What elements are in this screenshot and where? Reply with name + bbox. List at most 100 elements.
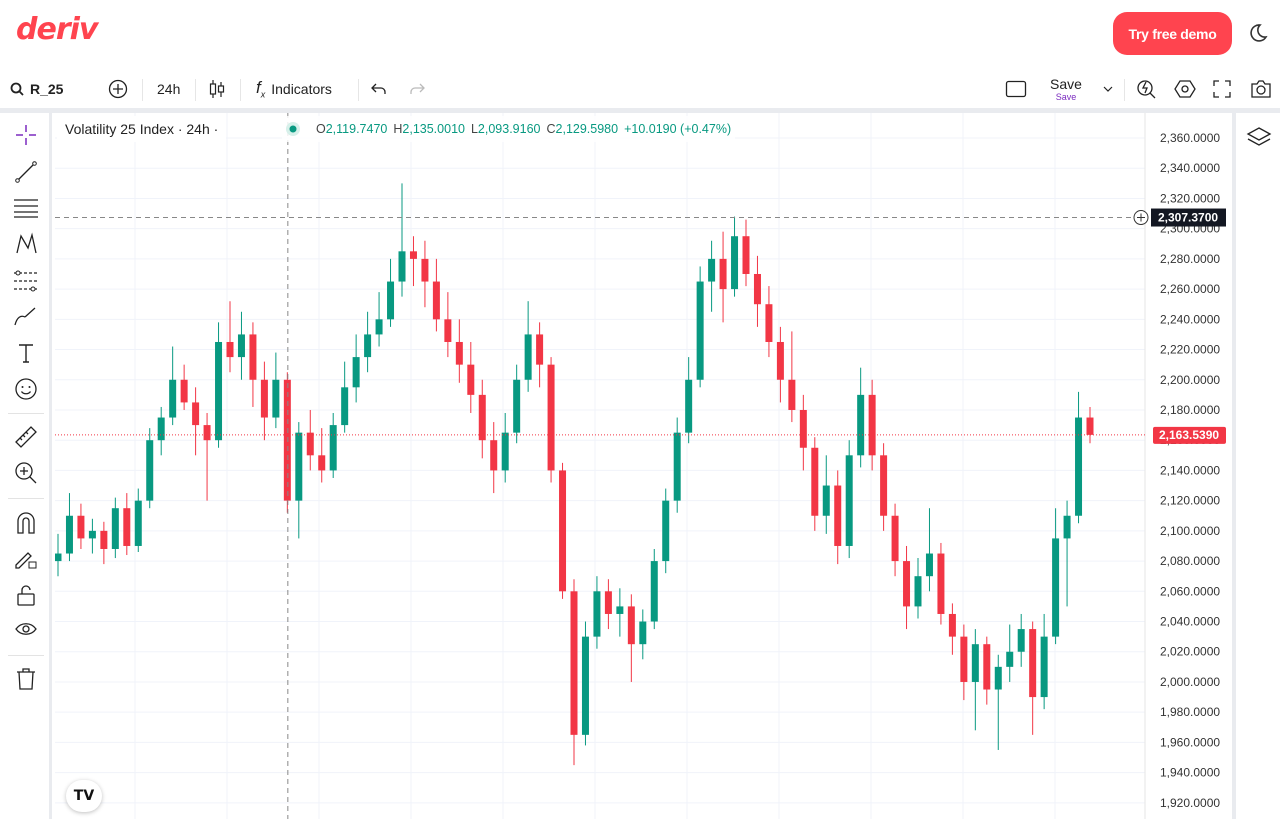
candle-body (788, 379, 796, 410)
candle-body (994, 666, 1002, 690)
save-button[interactable]: Save Save (1050, 70, 1082, 108)
chart-type-button[interactable] (208, 70, 226, 108)
screenshot-button[interactable] (1250, 70, 1272, 108)
try-free-demo-button[interactable]: Try free demo (1113, 12, 1232, 55)
divider (195, 79, 196, 101)
trend-line-tool[interactable] (12, 158, 40, 186)
redo-button[interactable] (409, 70, 425, 108)
trash-icon (17, 668, 35, 690)
pattern-tool[interactable] (12, 230, 40, 258)
candle-body (123, 508, 131, 546)
candle-body (1063, 515, 1071, 539)
y-tick-label: 2,100.0000 (1160, 524, 1220, 538)
candle-body (478, 394, 486, 441)
candle (925, 508, 933, 592)
brush-tool[interactable] (12, 303, 40, 331)
symbol-search-button[interactable]: R_25 (10, 70, 63, 108)
lock-tool[interactable] (12, 581, 40, 609)
redo-icon (410, 83, 425, 94)
candle (375, 292, 383, 347)
candle-body (685, 379, 693, 433)
candle (834, 470, 842, 565)
candle-body (364, 334, 372, 358)
candle-body (880, 455, 888, 516)
deriv-logo[interactable]: deriv (16, 12, 98, 47)
candle-body (398, 251, 406, 282)
undo-button[interactable] (371, 70, 387, 108)
candle (111, 497, 119, 559)
save-label: Save (1050, 76, 1082, 92)
candle-body (111, 508, 119, 549)
y-tick-label: 2,180.0000 (1160, 403, 1220, 417)
candle-body (960, 636, 968, 682)
fullscreen-button[interactable] (1213, 70, 1231, 108)
candle (432, 258, 440, 332)
candle-body (192, 402, 200, 426)
candle (421, 240, 429, 308)
candle (55, 533, 62, 577)
candle-body (318, 455, 326, 471)
candle (134, 488, 142, 553)
candle-body (536, 334, 544, 365)
candle-body (925, 553, 933, 577)
candle-body (742, 236, 750, 274)
candle (903, 545, 911, 630)
candle-body (1086, 417, 1094, 435)
candle (662, 488, 670, 574)
divider (1124, 79, 1125, 101)
magnet-icon (17, 512, 35, 534)
chevron-down-icon (1103, 86, 1113, 92)
search-icon (10, 82, 24, 96)
divider (358, 79, 359, 101)
candle-body (1040, 636, 1048, 698)
y-tick-label: 2,360.0000 (1160, 131, 1220, 145)
fib-tool[interactable] (12, 194, 40, 222)
candle (753, 255, 761, 327)
quick-search-button[interactable] (1136, 70, 1158, 108)
zoom-in-tool[interactable] (12, 459, 40, 487)
y-tick-label: 1,940.0000 (1160, 766, 1220, 780)
save-dropdown[interactable] (1103, 70, 1113, 108)
candle-body (776, 341, 784, 380)
high-value: 2,135.0010 (402, 122, 465, 136)
emoji-tool[interactable] (12, 375, 40, 403)
compare-button[interactable] (108, 70, 128, 108)
pencil-lock-icon (15, 552, 37, 569)
lock-drawings-tool[interactable] (12, 545, 40, 573)
y-tick-label: 2,280.0000 (1160, 252, 1220, 266)
candle-body (891, 515, 899, 562)
candle (983, 636, 991, 705)
candle (364, 311, 372, 373)
candle (685, 357, 693, 444)
hide-drawings-tool[interactable] (12, 616, 40, 644)
candle-body (467, 364, 475, 395)
measure-tool[interactable] (12, 423, 40, 451)
moon-icon[interactable] (1246, 22, 1268, 44)
settings-button[interactable] (1174, 70, 1196, 108)
candlestick-chart[interactable]: 2,360.00002,340.00002,320.00002,300.0000… (55, 113, 1232, 819)
text-tool[interactable] (12, 339, 40, 367)
candle (226, 301, 234, 373)
candle-body (215, 341, 223, 441)
candle-body (616, 606, 624, 614)
interval-button[interactable]: 24h (157, 70, 180, 108)
layers-icon[interactable] (1246, 125, 1272, 149)
tradingview-logo[interactable]: TV (66, 780, 102, 812)
candle-body (100, 530, 108, 549)
indicators-button[interactable]: fx Indicators (256, 70, 332, 108)
layout-button[interactable] (1005, 70, 1027, 108)
candle (570, 579, 578, 766)
y-tick-label: 2,260.0000 (1160, 282, 1220, 296)
projection-tool[interactable] (12, 267, 40, 295)
candle (524, 301, 532, 392)
crosshair-icon (16, 125, 36, 145)
candle (306, 409, 314, 471)
candle-body (937, 553, 945, 614)
candle-body (1017, 629, 1025, 652)
delete-drawings-tool[interactable] (12, 665, 40, 693)
candle (1052, 508, 1060, 645)
candle-body (811, 447, 819, 516)
brush-icon (14, 307, 36, 326)
magnet-tool[interactable] (12, 509, 40, 537)
crosshair-tool[interactable] (12, 121, 40, 149)
